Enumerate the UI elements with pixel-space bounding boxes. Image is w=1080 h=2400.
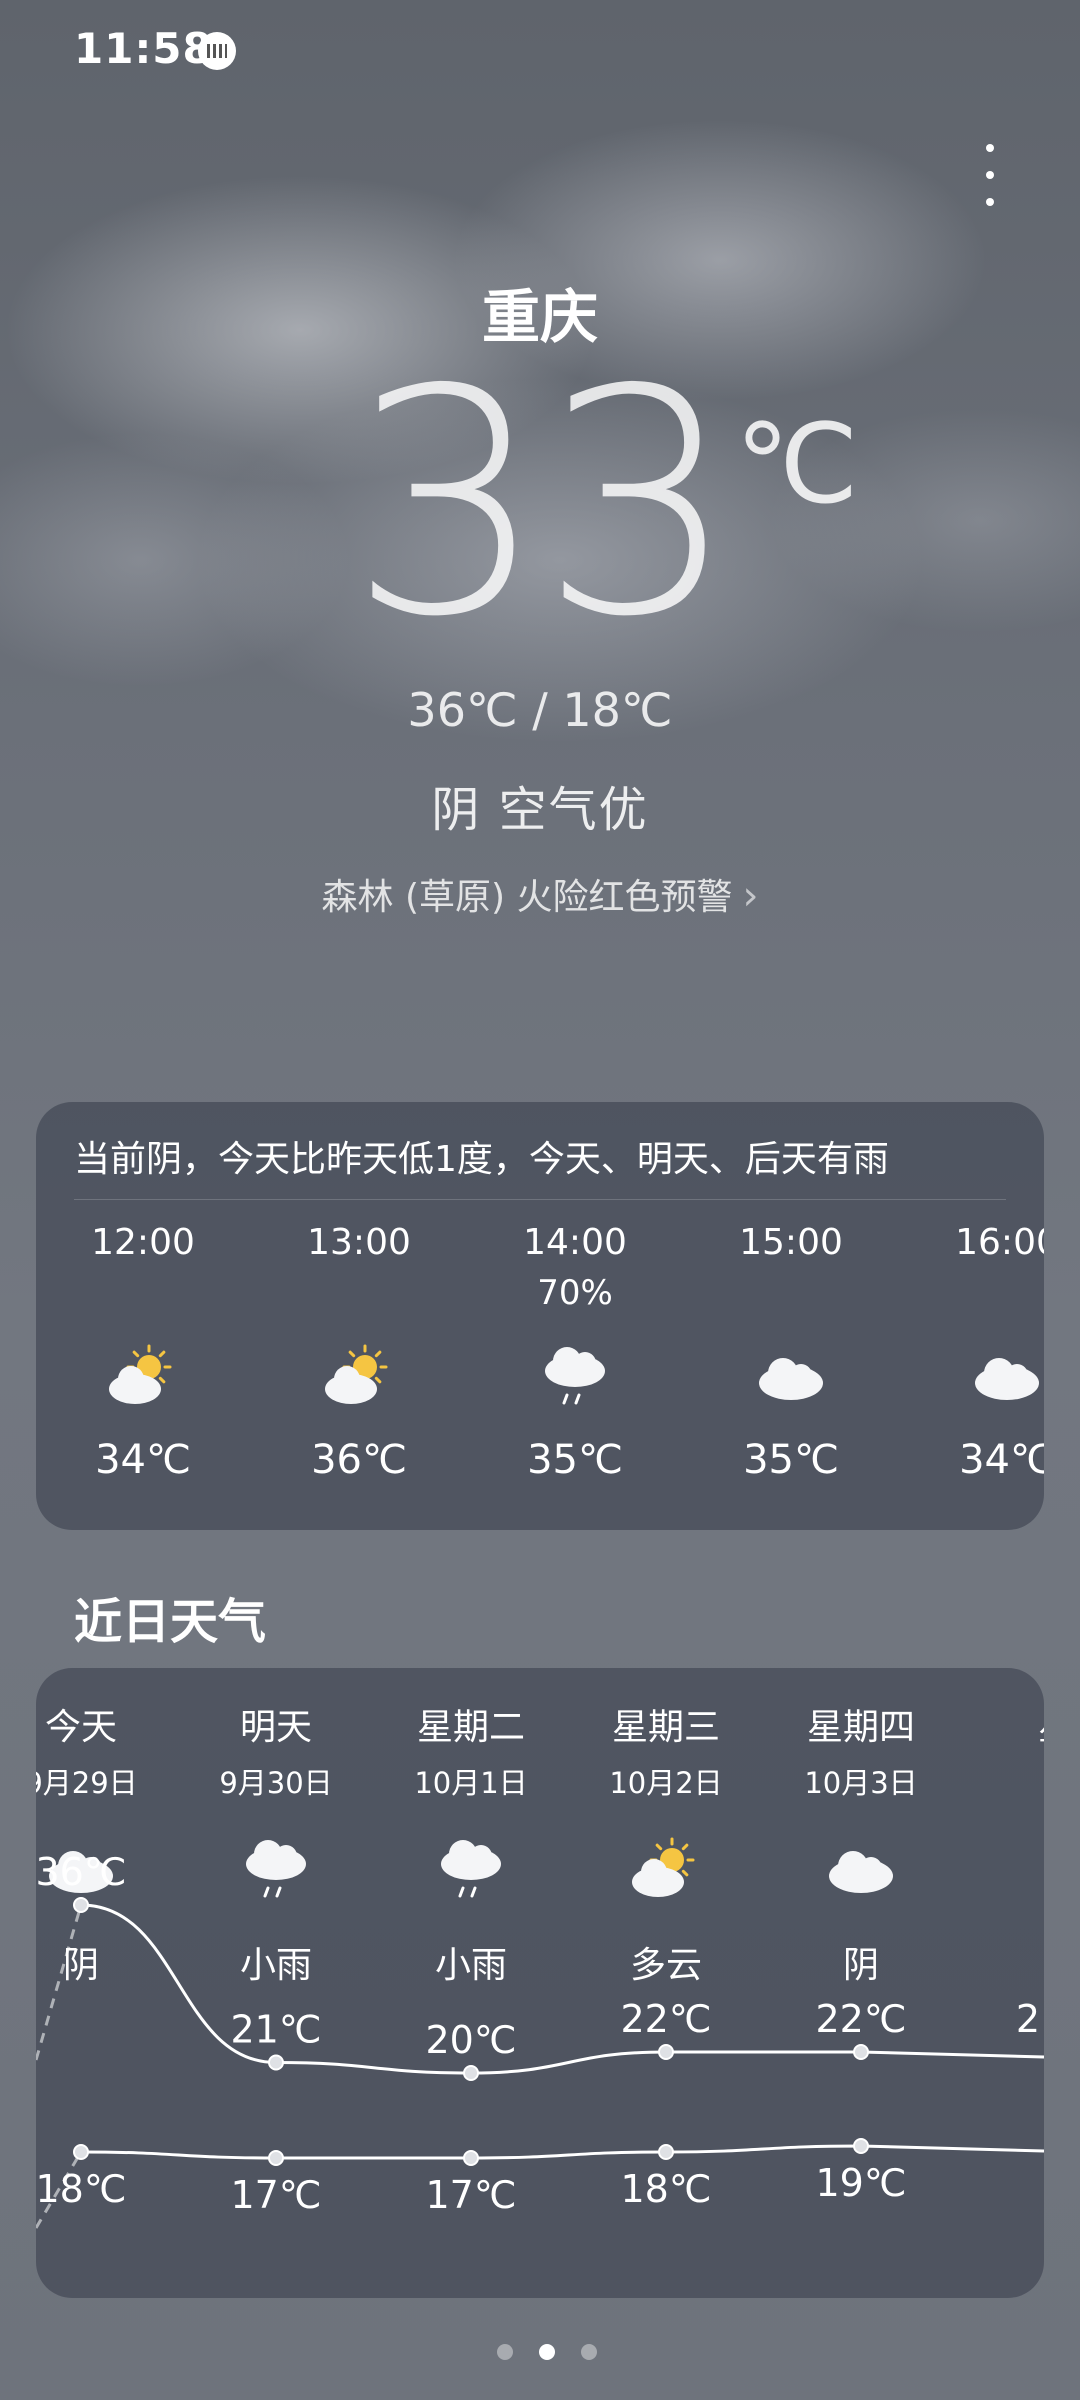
high-temp-point xyxy=(73,1897,89,1913)
high-temp-point xyxy=(268,2054,284,2071)
low-temp-point xyxy=(463,2150,479,2166)
hour-time: 14:00 xyxy=(523,1222,627,1263)
precip-chance xyxy=(48,1273,238,1317)
hour-temp: 34℃ xyxy=(95,1437,191,1483)
low-temp-label: 17℃ xyxy=(230,2173,321,2217)
hour-time: 16:00 xyxy=(955,1222,1044,1263)
chevron-right-icon: › xyxy=(742,873,759,919)
precip-chance: 70% xyxy=(537,1273,613,1313)
hour-icon-wrap xyxy=(48,1337,238,1417)
low-temp-line xyxy=(80,2144,1044,2160)
hour-time: 15:00 xyxy=(739,1222,843,1263)
precip-chance xyxy=(912,1273,1044,1317)
high-temp-label: 22℃ xyxy=(815,1997,906,2041)
status-bar: 11:58 xyxy=(0,0,1080,100)
dot-icon xyxy=(986,171,994,179)
high-temp-line xyxy=(80,1903,1044,2075)
page-indicator xyxy=(0,2336,1080,2366)
hour-time: 13:00 xyxy=(307,1222,411,1263)
page-dot[interactable] xyxy=(539,2344,555,2360)
partly-sunny-icon xyxy=(109,1344,172,1404)
temp-unit: ℃ xyxy=(735,400,859,528)
hourly-item[interactable]: 13:00 36℃ xyxy=(264,1222,454,1483)
hour-icon-wrap xyxy=(480,1337,670,1417)
rain-cloud-icon xyxy=(545,1347,605,1405)
dot-icon xyxy=(986,144,994,152)
high-low-temp: 36℃ / 18℃ xyxy=(407,683,673,737)
hour-temp: 35℃ xyxy=(527,1437,623,1483)
low-temp-label: 19℃ xyxy=(815,2161,906,2205)
low-temp-label: 18℃ xyxy=(36,2167,127,2211)
high-temp-point xyxy=(463,2065,479,2081)
divider xyxy=(74,1199,1006,1200)
high-temp-label: 20℃ xyxy=(425,2018,516,2062)
current-temp-value: 33 xyxy=(348,324,737,685)
high-temp-label: 2 xyxy=(1016,1997,1040,2041)
low-temp-point xyxy=(268,2150,284,2166)
hour-time: 12:00 xyxy=(91,1222,195,1263)
low-temp-point xyxy=(853,2138,869,2154)
precip-chance xyxy=(264,1273,454,1317)
high-temp-point xyxy=(658,2044,674,2060)
weather-summary: 当前阴，今天比昨天低1度，今天、明天、后天有雨 xyxy=(74,1139,889,1180)
cloud-icon xyxy=(759,1358,823,1400)
low-temp-point xyxy=(73,2144,89,2160)
dot-icon xyxy=(986,198,994,206)
temperature-trend-chart: 36℃ 18℃ 21℃ 17℃ 20℃ 17℃ 22℃ 18℃ 22℃ 19℃ 2 xyxy=(36,1850,1044,2229)
low-temp-label: 17℃ xyxy=(425,2173,516,2217)
weather-condition: 阴 空气优 xyxy=(431,782,649,838)
warning-text: 森林 (草原) 火险红色预警 xyxy=(321,877,733,918)
hourly-item[interactable]: 16:00 34℃ xyxy=(912,1222,1044,1483)
hour-temp: 35℃ xyxy=(743,1437,839,1483)
voice-recorder-icon xyxy=(198,32,236,70)
high-temp-label: 36℃ xyxy=(36,1850,127,1894)
high-temp-label: 22℃ xyxy=(620,1997,711,2041)
page-dot[interactable] xyxy=(497,2344,513,2360)
more-menu-button[interactable] xyxy=(975,140,1005,210)
daily-forecast-card[interactable]: 今天9月29日阴明天9月30日小雨星期二10月1日小雨星期三10月2日多云星期四… xyxy=(36,1668,1044,2298)
hour-icon-wrap xyxy=(912,1337,1044,1417)
hour-temp: 34℃ xyxy=(959,1437,1044,1483)
high-temp-label: 21℃ xyxy=(230,2008,321,2052)
high-trend-lead xyxy=(36,1904,83,2061)
page-dot[interactable] xyxy=(581,2344,597,2360)
low-temp-point xyxy=(658,2144,674,2160)
high-temp-point xyxy=(853,2044,869,2060)
hourly-item[interactable]: 15:00 35℃ xyxy=(696,1222,886,1483)
hour-icon-wrap xyxy=(696,1337,886,1417)
hourly-item[interactable]: 12:00 34℃ xyxy=(48,1222,238,1483)
cloud-icon xyxy=(975,1358,1039,1400)
hourly-item[interactable]: 14:00 70% 35℃ xyxy=(480,1222,670,1483)
partly-sunny-icon xyxy=(325,1344,388,1404)
weather-warning-link[interactable]: 森林 (草原) 火险红色预警 › xyxy=(0,868,1080,920)
precip-chance xyxy=(696,1273,886,1317)
status-time: 11:58 xyxy=(74,24,213,73)
hour-icon-wrap xyxy=(264,1337,454,1417)
low-temp-label: 18℃ xyxy=(620,2167,711,2211)
hourly-forecast-card[interactable]: 当前阴，今天比昨天低1度，今天、明天、后天有雨 12:00 34℃ 13:00 36℃… xyxy=(36,1102,1044,1530)
current-temperature: 33 ℃ xyxy=(0,350,1080,660)
hour-temp: 36℃ xyxy=(311,1437,407,1483)
section-title-daily: 近日天气 xyxy=(74,1594,267,1650)
